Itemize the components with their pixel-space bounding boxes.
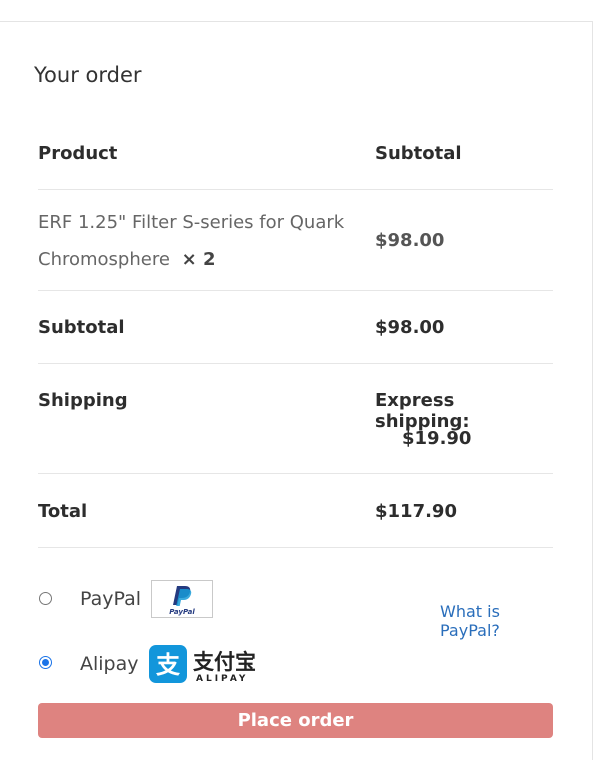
cart-item-name-line1: ERF 1.25" Filter S-series for Quark	[38, 212, 345, 233]
shipping-label: Shipping	[38, 390, 128, 411]
cart-item-price: $98.00	[375, 230, 445, 251]
divider	[38, 290, 553, 291]
subtotal-label: Subtotal	[38, 317, 125, 338]
paypal-radio[interactable]	[39, 592, 52, 605]
alipay-logo: 支 支付宝 ALIPAY	[148, 644, 260, 688]
cart-item-quantity: × 2	[181, 249, 216, 270]
divider	[38, 473, 553, 474]
total-label: Total	[38, 501, 88, 522]
divider	[38, 547, 553, 548]
paypal-label[interactable]: PayPal	[80, 588, 141, 610]
divider	[38, 189, 553, 190]
alipay-radio[interactable]	[39, 656, 52, 669]
shipping-method: Express shipping:	[375, 390, 470, 432]
total-value: $117.90	[375, 501, 457, 522]
alipay-icon: 支 支付宝 ALIPAY	[149, 645, 256, 684]
shipping-cost: $19.90	[402, 428, 472, 449]
alipay-label[interactable]: Alipay	[80, 653, 139, 675]
alipay-logo-en: ALIPAY	[196, 674, 248, 684]
svg-text:支: 支	[156, 651, 181, 679]
product-header: Product	[38, 143, 118, 164]
place-order-button[interactable]: Place order	[38, 703, 553, 738]
paypal-logo: PayPal	[151, 580, 213, 618]
payment-option-alipay[interactable]: Alipay 支 支付宝 ALIPAY	[38, 644, 338, 684]
alipay-logo-cn: 支付宝	[193, 650, 256, 674]
cart-item-name: ERF 1.25" Filter S-series for Quark Chro…	[38, 204, 344, 278]
subtotal-value: $98.00	[375, 317, 445, 338]
subtotal-header: Subtotal	[375, 143, 462, 164]
paypal-logo-text: PayPal	[169, 608, 195, 616]
paypal-icon: PayPal	[169, 586, 195, 616]
what-is-paypal-link[interactable]: What is PayPal?	[440, 602, 553, 640]
payment-option-paypal[interactable]: PayPal PayPal What is PayPal?	[38, 580, 553, 640]
divider	[38, 363, 553, 364]
order-title: Your order	[34, 63, 142, 87]
cart-item-name-line2: Chromosphere	[38, 249, 170, 270]
